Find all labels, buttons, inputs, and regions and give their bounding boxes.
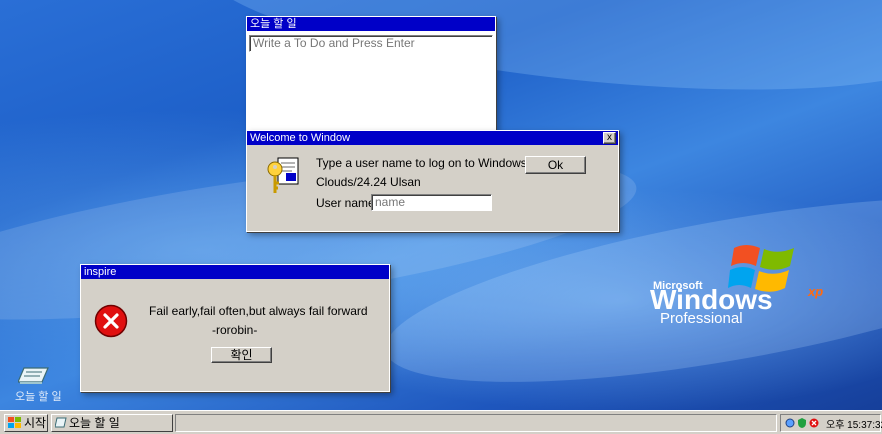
network-icon[interactable]: [785, 418, 795, 428]
windows-xp-logo: Microsoft Windows xp Professional: [650, 238, 850, 328]
desktop: Microsoft Windows xp Professional 오늘 할 일…: [0, 0, 882, 410]
welcome-title-bar[interactable]: Welcome to Window x: [247, 131, 618, 145]
username-label: User name:: [316, 196, 379, 210]
close-button[interactable]: x: [603, 132, 616, 144]
desktop-icon-label: 오늘 할 일: [15, 391, 62, 403]
confirm-button-label: 확인: [230, 348, 253, 362]
username-input[interactable]: name: [371, 194, 492, 211]
todo-title-bar[interactable]: 오늘 할 일: [247, 17, 495, 31]
inspire-title-bar[interactable]: inspire: [81, 265, 389, 279]
security-icon[interactable]: [797, 418, 807, 428]
taskbar-empty-area: [175, 414, 777, 432]
taskbar-task-todo[interactable]: 오늘 할 일: [51, 414, 173, 432]
windows-flag-icon: [8, 417, 21, 428]
logo-xp: xp: [808, 284, 824, 299]
error-icon: [94, 304, 128, 338]
welcome-location: Clouds/24.24 Ulsan: [316, 175, 421, 189]
logo-edition: Professional: [660, 310, 743, 327]
confirm-button[interactable]: 확인: [211, 347, 272, 363]
todo-input[interactable]: Write a To Do and Press Enter: [249, 35, 493, 52]
welcome-title: Welcome to Window: [250, 132, 351, 144]
welcome-dialog: Welcome to Window x Type a user name to …: [246, 130, 619, 232]
taskbar: 시작 오늘 할 일 오후 15:37:32: [0, 410, 882, 434]
welcome-message: Type a user name to log on to Windows.: [316, 156, 531, 170]
alert-icon[interactable]: [809, 418, 819, 428]
todo-title: 오늘 할 일: [250, 18, 297, 30]
key-icon: [267, 157, 299, 193]
inspire-dialog: inspire Fail early,fail often,but always…: [80, 264, 390, 392]
start-button[interactable]: 시작: [4, 414, 48, 432]
clock: 오후 15:37:32: [826, 420, 882, 431]
start-label: 시작: [24, 416, 47, 430]
todo-window: 오늘 할 일 Write a To Do and Press Enter: [246, 16, 496, 136]
notepad-icon: [18, 367, 49, 384]
notepad-icon: [55, 417, 67, 428]
desktop-icon-todo[interactable]: 오늘 할 일: [10, 364, 62, 404]
close-icon: x: [607, 132, 612, 143]
system-tray: 오후 15:37:32: [780, 414, 882, 432]
taskbar-task-label: 오늘 할 일: [69, 416, 120, 430]
ok-button-label: Ok: [547, 158, 564, 172]
inspire-title: inspire: [84, 266, 117, 278]
username-placeholder: name: [375, 195, 406, 209]
inspire-quote: Fail early,fail often,but always fail fo…: [149, 304, 368, 318]
todo-input-placeholder: Write a To Do and Press Enter: [253, 36, 415, 50]
ok-button[interactable]: Ok: [525, 156, 586, 174]
inspire-author: -rorobin-: [212, 323, 258, 337]
